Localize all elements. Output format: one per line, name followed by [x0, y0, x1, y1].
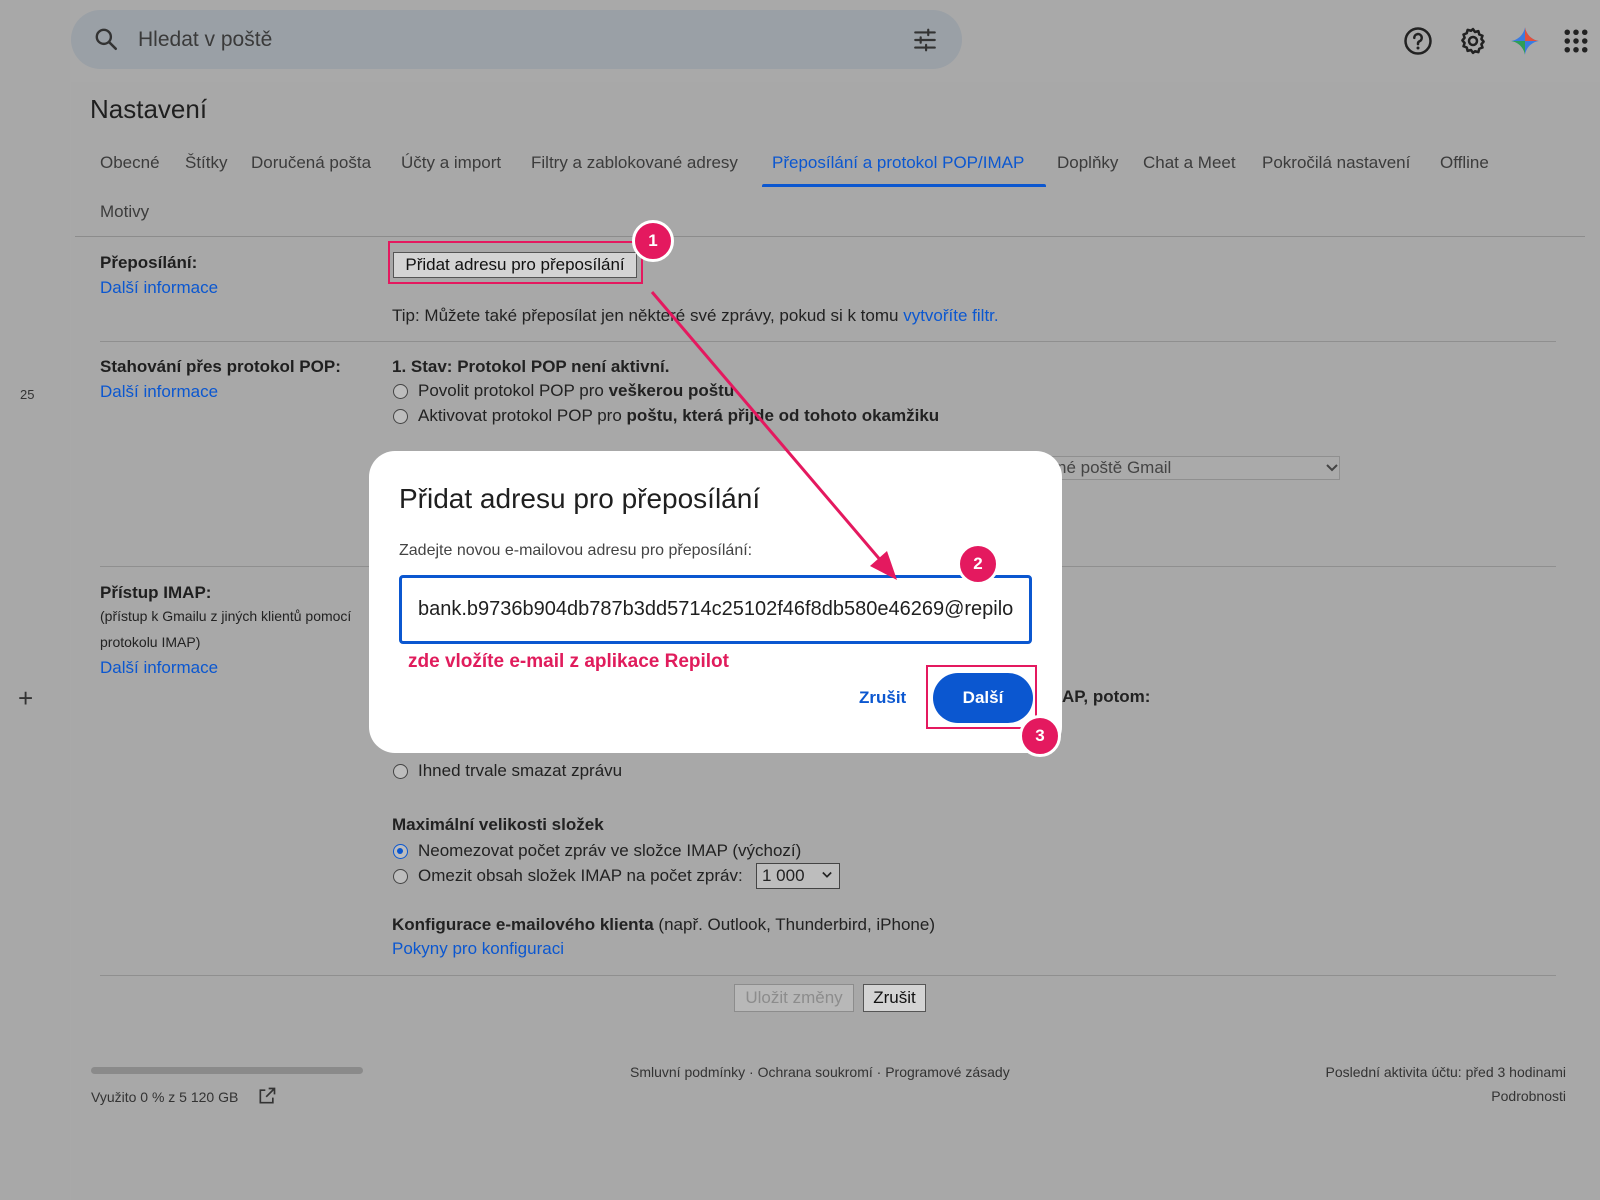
- gemini-sparkle-icon[interactable]: [1510, 26, 1540, 56]
- search-icon[interactable]: [93, 26, 119, 52]
- step-badge-2: 2: [957, 543, 999, 585]
- active-tab-indicator: [762, 184, 1046, 187]
- limit-count-value: 1 000: [762, 866, 805, 885]
- tab-themes[interactable]: Motivy: [100, 202, 149, 222]
- storage-usage: Využito 0 % z 5 120 GB: [91, 1089, 239, 1105]
- add-icon[interactable]: +: [18, 685, 33, 711]
- imap-delete-forever-label: Ihned trvale smazat zprávu: [418, 761, 623, 780]
- no-limit-label: Neomezovat počet zpráv ve složce IMAP (v…: [418, 841, 802, 860]
- pop-action-select-value: né poště Gmail: [1057, 458, 1172, 477]
- config-instructions-link[interactable]: Pokyny pro konfiguraci: [392, 939, 564, 959]
- footer-links[interactable]: Smluvní podmínky · Ochrana soukromí · Pr…: [630, 1064, 1010, 1080]
- cancel-button[interactable]: Zrušit: [863, 984, 926, 1012]
- max-folder-size-title: Maximální velikosti složek: [392, 815, 604, 834]
- divider: [100, 341, 1556, 342]
- help-icon[interactable]: [1403, 26, 1433, 56]
- divider: [100, 975, 1556, 976]
- step-badge-1: 1: [632, 220, 674, 262]
- search-input[interactable]: Hledat v poště: [138, 28, 272, 52]
- dialog-input-label: Zadejte novou e-mailovou adresu pro přep…: [399, 542, 753, 559]
- forwarding-tip: Tip: Můžete také přeposílat jen některé …: [392, 306, 999, 326]
- tab-general[interactable]: Obecné: [100, 153, 160, 173]
- last-activity: Poslední aktivita účtu: před 3 hodinami: [1325, 1064, 1566, 1080]
- search-options-icon[interactable]: [912, 27, 938, 53]
- tabs-divider: [75, 236, 1585, 237]
- pop-opt1-bold: veškerou poštu: [608, 381, 735, 400]
- pop-from-now-radio[interactable]: [393, 409, 408, 424]
- tab-offline[interactable]: Offline: [1440, 153, 1489, 173]
- tab-chat-meet[interactable]: Chat a Meet: [1143, 153, 1236, 173]
- storage-bar: [91, 1067, 363, 1074]
- external-link-icon[interactable]: [257, 1086, 277, 1106]
- details-link[interactable]: Podrobnosti: [1491, 1088, 1566, 1104]
- settings-gear-icon[interactable]: [1458, 26, 1488, 56]
- tab-filters-blocked[interactable]: Filtry a zablokované adresy: [531, 153, 738, 173]
- apps-grid-icon[interactable]: [1561, 26, 1591, 56]
- imap-more-info-link[interactable]: Další informace: [100, 658, 218, 678]
- client-config: Konfigurace e-mailového klienta (např. O…: [392, 915, 935, 935]
- tab-advanced[interactable]: Pokročilá nastavení: [1262, 153, 1410, 173]
- annotation-hint: zde vložíte e-mail z aplikace Repilot: [408, 651, 729, 672]
- limit-count-select[interactable]: 1 000: [756, 863, 840, 889]
- forwarding-email-input[interactable]: bank.b9736b904db787b3dd5714c25102f46f8db…: [399, 575, 1032, 644]
- limit-radio[interactable]: [393, 869, 408, 884]
- save-changes-button[interactable]: Uložit změny: [734, 984, 854, 1012]
- tab-addons[interactable]: Doplňky: [1057, 153, 1118, 173]
- tab-inbox[interactable]: Doručená pošta: [251, 153, 371, 173]
- imap-expunge-partial: AP, potom:: [1062, 687, 1151, 706]
- no-limit-radio[interactable]: [393, 844, 408, 859]
- client-config-examples: (např. Outlook, Thunderbird, iPhone): [658, 915, 935, 934]
- pop-opt1-text: Povolit protokol POP pro: [418, 381, 604, 400]
- forwarding-more-info-link[interactable]: Další informace: [100, 278, 218, 298]
- rail-count: 25: [20, 387, 35, 402]
- chevron-down-icon: [822, 871, 832, 878]
- step-badge-3: 3: [1019, 715, 1061, 757]
- imap-label: Přístup IMAP:: [100, 583, 212, 602]
- tab-accounts-import[interactable]: Účty a import: [401, 153, 501, 173]
- forwarding-tip-text: Tip: Můžete také přeposílat jen některé …: [392, 306, 899, 325]
- highlight-add-button: [388, 241, 643, 284]
- pop-action-select[interactable]: né poště Gmail: [1040, 456, 1340, 480]
- pop-status: 1. Stav: Protokol POP není aktivní.: [392, 357, 670, 376]
- pop-opt2-text: Aktivovat protokol POP pro: [418, 406, 622, 425]
- imap-note: (přístup k Gmailu z jiných klientů pomoc…: [100, 608, 352, 650]
- pop-from-now-label: Aktivovat protokol POP pro poštu, která …: [418, 406, 939, 426]
- forwarding-label: Přeposílání:: [100, 253, 198, 272]
- chevron-down-icon: [1326, 464, 1338, 472]
- limit-label: Omezit obsah složek IMAP na počet zpráv:: [418, 866, 743, 885]
- pop-opt2-bold: poštu, která přijde od tohoto okamžiku: [626, 406, 940, 425]
- left-rail: 25 +: [0, 0, 70, 1200]
- highlight-next-button: [926, 665, 1037, 729]
- pop-label: Stahování přes protokol POP:: [100, 357, 341, 376]
- dialog-cancel-button[interactable]: Zrušit: [859, 688, 906, 708]
- pop-more-info-link[interactable]: Další informace: [100, 382, 218, 402]
- search-bar[interactable]: Hledat v poště: [71, 10, 962, 69]
- pop-all-mail-label: Povolit protokol POP pro veškerou poštu: [418, 381, 734, 401]
- page-title: Nastavení: [90, 94, 208, 124]
- dialog-title: Přidat adresu pro přeposílání: [399, 483, 761, 514]
- create-filter-link[interactable]: vytvoříte filtr.: [903, 306, 998, 325]
- pop-all-mail-radio[interactable]: [393, 384, 408, 399]
- imap-delete-forever-radio[interactable]: [393, 764, 408, 779]
- tab-labels[interactable]: Štítky: [185, 153, 228, 173]
- client-config-title: Konfigurace e-mailového klienta: [392, 915, 654, 934]
- tab-forwarding-pop-imap[interactable]: Přeposílání a protokol POP/IMAP: [772, 153, 1024, 173]
